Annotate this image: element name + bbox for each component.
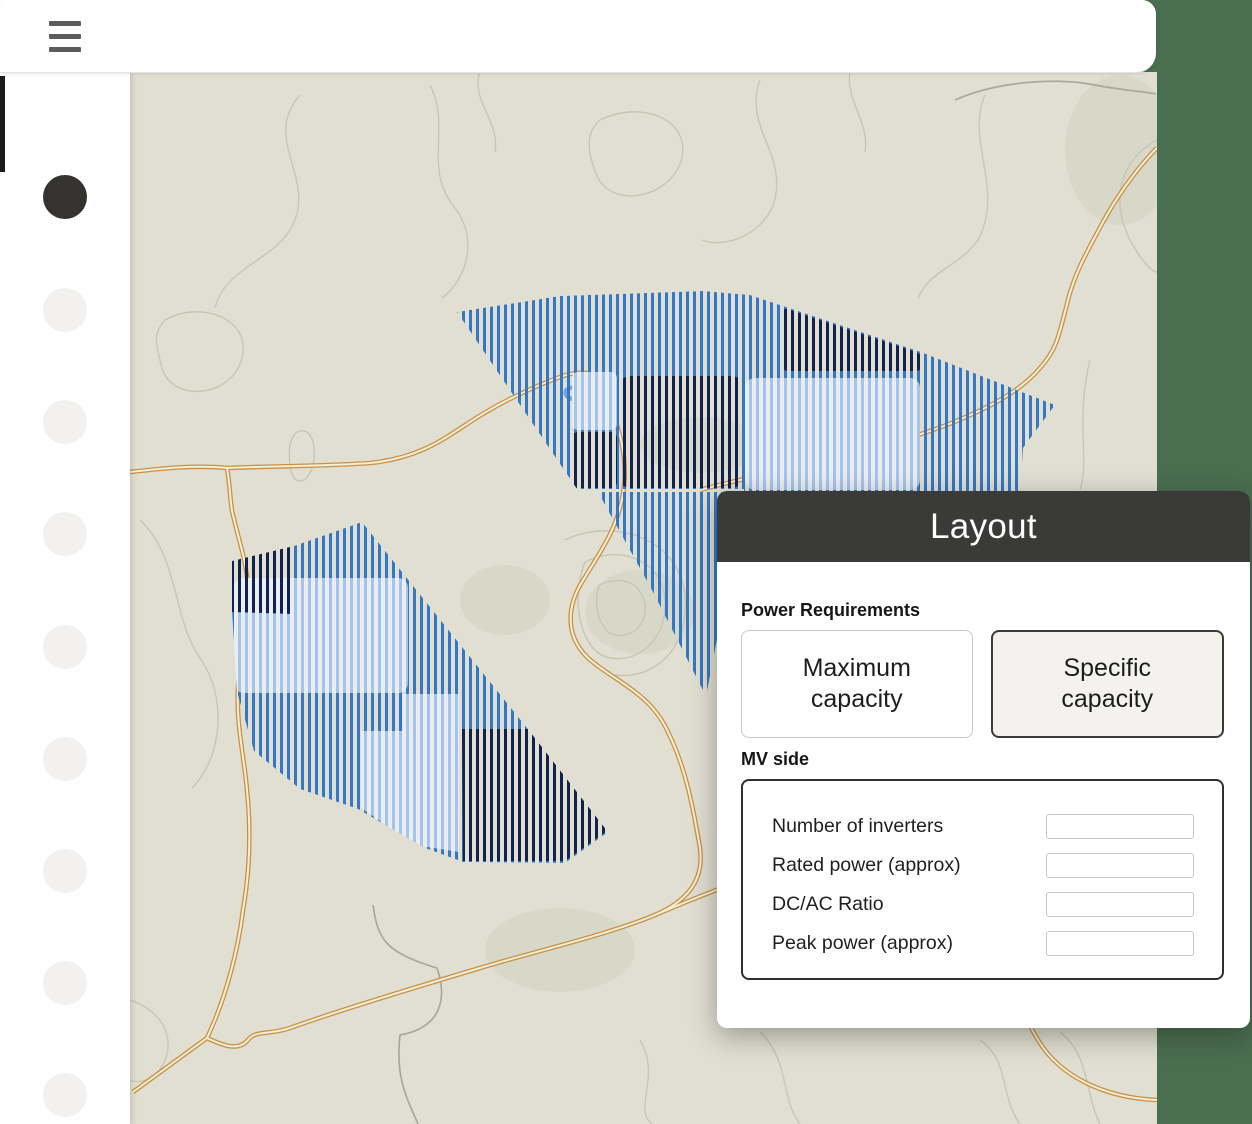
top-bar <box>0 0 1156 73</box>
solar-subarea-pale-north-1[interactable] <box>572 372 617 430</box>
mv-side-label: MV side <box>741 749 1224 770</box>
sidebar-item-step-6[interactable] <box>43 737 87 781</box>
mv-row-dcac-ratio: DC/AC Ratio <box>772 885 1194 924</box>
solar-subarea-navy-north-2[interactable] <box>620 376 742 488</box>
layout-panel: Layout Power Requirements Maximum capaci… <box>717 491 1250 1028</box>
dcac-ratio-label: DC/AC Ratio <box>772 893 1046 916</box>
active-step-indicator <box>0 76 5 172</box>
sidebar-item-step-8[interactable] <box>43 961 87 1005</box>
power-requirements-options: Maximum capacity Specific capacity <box>741 630 1224 738</box>
solar-subarea-navy-north-3[interactable] <box>572 432 617 488</box>
power-requirements-label: Power Requirements <box>741 600 1224 621</box>
mv-row-peak-power: Peak power (approx) <box>772 924 1194 963</box>
peak-power-input[interactable] <box>1046 931 1194 956</box>
dcac-ratio-input[interactable] <box>1046 892 1194 917</box>
sidebar-item-step-7[interactable] <box>43 849 87 893</box>
peak-power-label: Peak power (approx) <box>772 932 1046 955</box>
sidebar-item-step-5[interactable] <box>43 625 87 669</box>
mv-row-inverters: Number of inverters <box>772 807 1194 846</box>
sidebar-nav <box>0 72 130 1124</box>
sidebar-item-step-4[interactable] <box>43 512 87 556</box>
maximum-capacity-button[interactable]: Maximum capacity <box>741 630 973 738</box>
sidebar-item-step-9[interactable] <box>43 1073 87 1117</box>
panel-title: Layout <box>930 507 1037 547</box>
mv-row-rated-power: Rated power (approx) <box>772 846 1194 885</box>
specific-capacity-button[interactable]: Specific capacity <box>991 630 1225 738</box>
solar-subarea-pale-north-2[interactable] <box>745 378 920 490</box>
rated-power-label: Rated power (approx) <box>772 854 1046 877</box>
hamburger-menu-icon[interactable] <box>49 21 81 52</box>
number-of-inverters-label: Number of inverters <box>772 815 1046 838</box>
number-of-inverters-input[interactable] <box>1046 814 1194 839</box>
layout-panel-header: Layout <box>717 491 1250 562</box>
mv-side-fieldset: Number of inverters Rated power (approx)… <box>741 779 1224 980</box>
app-window: Layout Power Requirements Maximum capaci… <box>0 0 1252 1124</box>
layout-panel-body: Power Requirements Maximum capacity Spec… <box>717 562 1250 980</box>
sidebar-item-step-1[interactable] <box>43 175 87 219</box>
sidebar-item-step-3[interactable] <box>43 400 87 444</box>
rated-power-input[interactable] <box>1046 853 1194 878</box>
sidebar-item-step-2[interactable] <box>43 288 87 332</box>
